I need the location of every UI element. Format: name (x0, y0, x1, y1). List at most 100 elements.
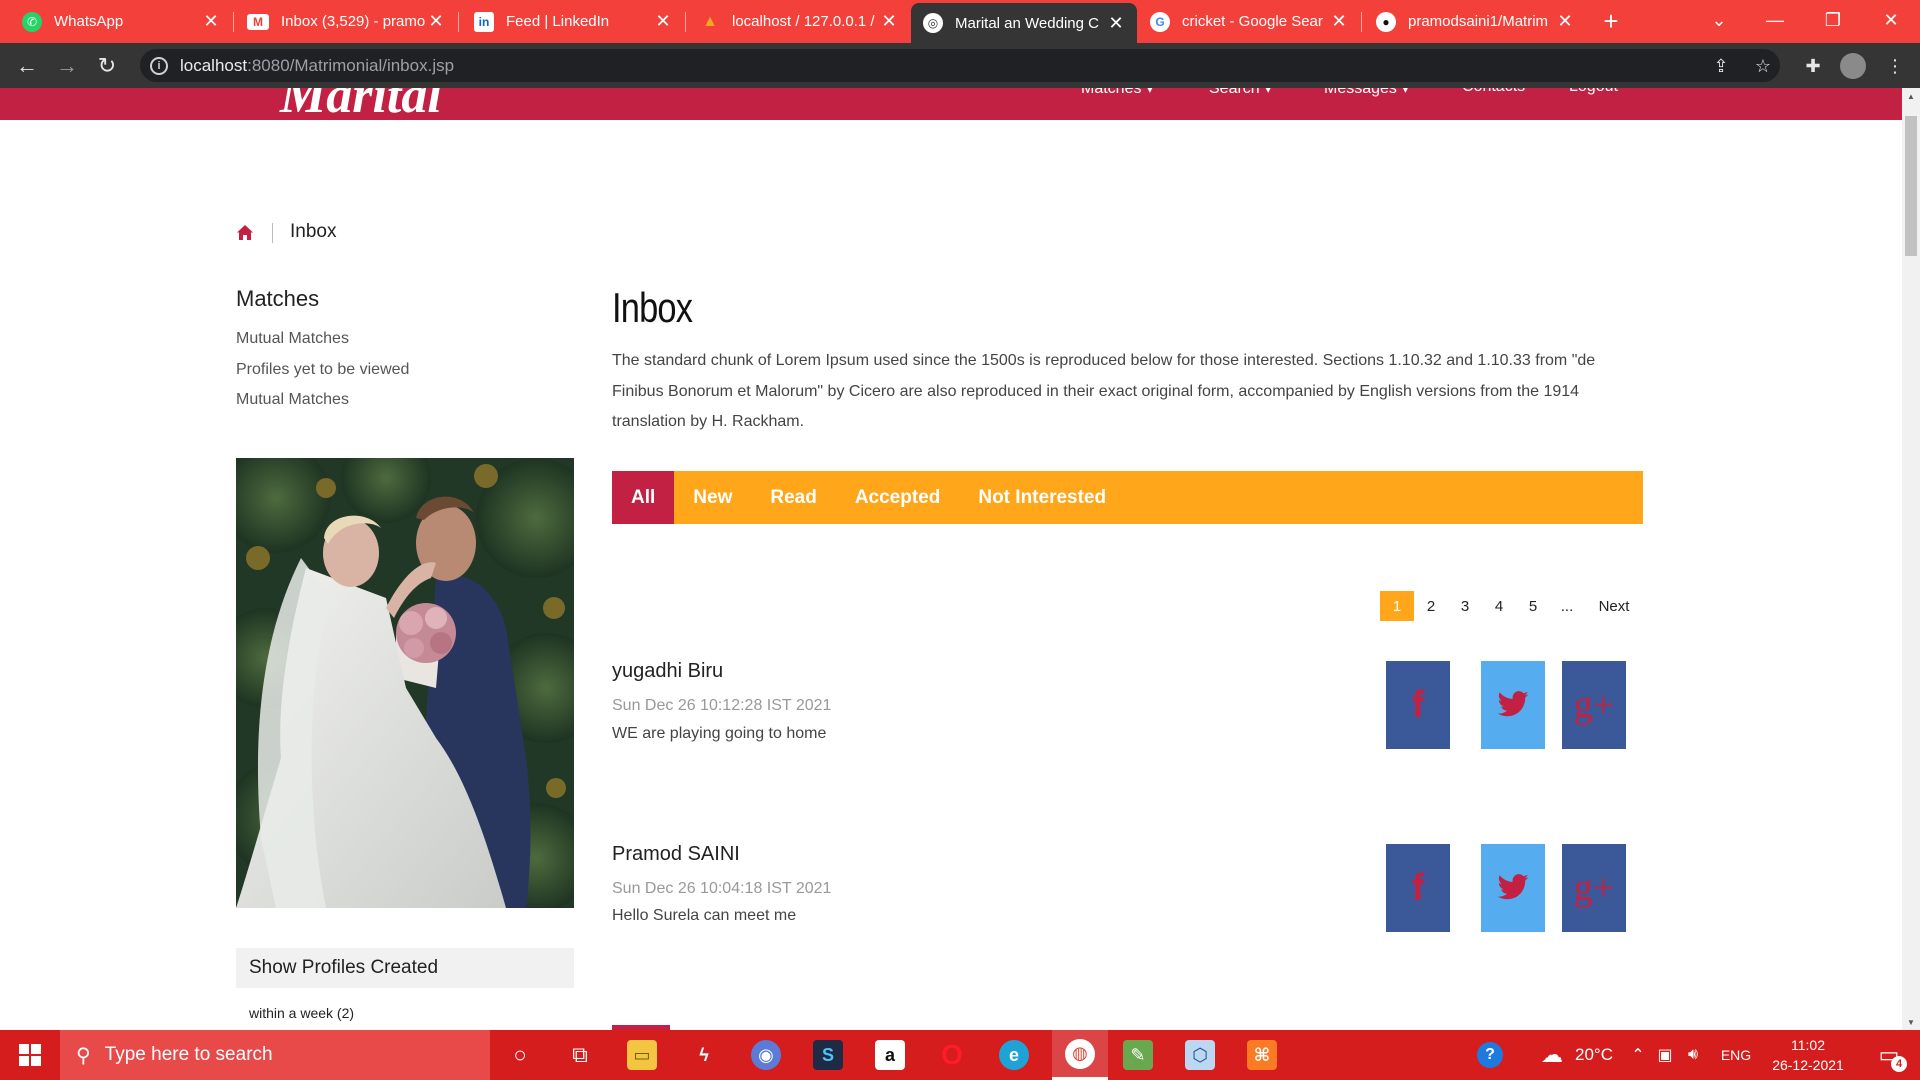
googleplus-share-button[interactable]: g+ (1562, 661, 1626, 749)
twitter-share-button[interactable] (1481, 844, 1545, 932)
nav-matches[interactable]: Matches ▾ (1081, 88, 1154, 98)
weather-cloud-icon[interactable]: ☁ (1532, 1030, 1572, 1080)
app-xampp[interactable]: ⌘ (1242, 1035, 1282, 1075)
inbox-filter-tabs: All New Read Accepted Not Interested (612, 471, 1643, 524)
tab-accepted[interactable]: Accepted (836, 471, 960, 524)
pager-next[interactable]: Next (1586, 591, 1642, 621)
message-sender[interactable]: Pramod SAINI (612, 843, 740, 866)
facebook-icon: f (1411, 683, 1425, 726)
close-tab-icon[interactable]: ✕ (880, 11, 898, 32)
app-sublime[interactable]: S (808, 1035, 848, 1075)
notifications-icon[interactable]: ▭ 4 (1866, 1030, 1912, 1080)
scroll-up-arrow-icon[interactable]: ▲ (1902, 88, 1920, 104)
home-icon[interactable] (236, 224, 254, 242)
close-tab-icon[interactable]: ✕ (202, 11, 220, 32)
share-icon[interactable]: ⇪ (1708, 53, 1734, 79)
tab-phpmyadmin[interactable]: ▲ localhost / 127.0.0.1 / ✕ (688, 0, 910, 43)
task-view-icon[interactable]: ⧉ (560, 1035, 600, 1075)
lightning-icon: ϟ (699, 1044, 709, 1065)
twitter-bird-icon (1497, 874, 1529, 900)
forward-arrow-icon[interactable]: → (52, 51, 82, 81)
whatsapp-icon: ✆ (22, 11, 42, 32)
page-scrollbar[interactable]: ▲ ▼ (1902, 88, 1920, 1030)
close-tab-icon[interactable]: ✕ (427, 11, 445, 32)
pager-page-4[interactable]: 4 (1482, 591, 1516, 621)
tab-all[interactable]: All (612, 471, 675, 524)
windows-start-button[interactable] (0, 1030, 60, 1080)
show-hidden-icons-chevron[interactable]: ⌃ (1626, 1030, 1650, 1080)
browser-tab-strip: ✆ WhatsApp ✕ M Inbox (3,529) - pramo ✕ i… (0, 0, 1920, 43)
site-info-icon[interactable]: i (150, 56, 168, 75)
pager-page-5[interactable]: 5 (1516, 591, 1550, 621)
chrome-icon: ◍ (1065, 1038, 1095, 1069)
pager-page-3[interactable]: 3 (1448, 591, 1482, 621)
tab-linkedin[interactable]: in Feed | LinkedIn ✕ (462, 0, 684, 43)
tab-marital-active[interactable]: ◎ Marital an Wedding C ✕ (911, 3, 1137, 43)
facebook-share-button[interactable]: f (1386, 661, 1450, 749)
facebook-share-button[interactable]: f (1386, 844, 1450, 932)
close-tab-icon[interactable]: ✕ (1330, 11, 1348, 32)
clock-date: 26-12-2021 (1772, 1057, 1844, 1073)
scroll-down-arrow-icon[interactable]: ▼ (1902, 1014, 1920, 1030)
sidebar-link-profiles-yet-to-view[interactable]: Profiles yet to be viewed (236, 361, 409, 379)
nav-search[interactable]: Search ▾ (1209, 88, 1272, 98)
minimize-icon[interactable]: — (1746, 0, 1804, 40)
pager-page-2[interactable]: 2 (1414, 591, 1448, 621)
reload-icon[interactable]: ↻ (92, 51, 122, 81)
back-arrow-icon[interactable]: ← (12, 51, 42, 81)
close-window-icon[interactable]: ✕ (1862, 0, 1920, 40)
bookmark-star-icon[interactable]: ☆ (1750, 53, 1776, 79)
app-virtualbox[interactable]: ⬡ (1180, 1035, 1220, 1075)
tab-search-chevron-icon[interactable]: ⌄ (1690, 0, 1748, 40)
cortana-icon[interactable]: ○ (500, 1035, 540, 1075)
app-amazon[interactable]: a (870, 1035, 910, 1075)
app-chromium[interactable]: ◉ (746, 1035, 786, 1075)
taskbar-search-box[interactable]: ⚲ Type here to search (60, 1030, 490, 1080)
sidebar-link-mutual-matches-2[interactable]: Mutual Matches (236, 391, 349, 409)
intro-text: The standard chunk of Lorem Ipsum used s… (612, 352, 1596, 430)
file-explorer-app[interactable]: ▭ (622, 1035, 662, 1075)
close-tab-icon[interactable]: ✕ (1556, 11, 1574, 32)
page-title: Inbox (612, 284, 693, 331)
scrollbar-thumb[interactable] (1905, 116, 1917, 256)
tab-gmail[interactable]: M Inbox (3,529) - pramo ✕ (235, 0, 457, 43)
new-tab-button[interactable]: + (1596, 0, 1626, 43)
tab-not-interested[interactable]: Not Interested (959, 471, 1125, 524)
address-bar[interactable]: i localhost:8080/Matrimonial/inbox.jsp (140, 49, 1780, 82)
tab-whatsapp[interactable]: ✆ WhatsApp ✕ (10, 0, 232, 43)
nav-messages[interactable]: Messages ▾ (1324, 88, 1409, 98)
app-notepad[interactable]: ✎ (1118, 1035, 1158, 1075)
restore-icon[interactable]: ❐ (1804, 0, 1862, 40)
app-edge[interactable]: e (994, 1035, 1034, 1075)
extensions-puzzle-icon[interactable]: ✚ (1800, 53, 1826, 79)
app-lightning[interactable]: ϟ (684, 1035, 724, 1075)
show-profiles-within-week[interactable]: within a week (2) (249, 1005, 354, 1021)
sidebar-link-mutual-matches[interactable]: Mutual Matches (236, 330, 349, 348)
nav-logout[interactable]: Logout (1569, 88, 1618, 96)
close-tab-icon[interactable]: ✕ (1107, 13, 1125, 34)
profile-avatar[interactable] (1840, 53, 1866, 79)
twitter-share-button[interactable] (1481, 661, 1545, 749)
nav-contacts[interactable]: Contacts (1462, 88, 1525, 96)
googleplus-share-button[interactable]: g+ (1562, 844, 1626, 932)
message-sender[interactable]: yugadhi Biru (612, 660, 723, 683)
opera-icon: O (941, 1039, 963, 1070)
site-logo[interactable]: Marital (280, 88, 442, 120)
language-indicator[interactable]: ENG (1716, 1030, 1756, 1080)
tab-github[interactable]: ● pramodsaini1/Matrim ✕ (1364, 0, 1586, 43)
network-icon[interactable]: ▣ (1652, 1030, 1678, 1080)
taskbar-clock[interactable]: 11:02 26-12-2021 (1762, 1035, 1854, 1075)
volume-icon[interactable]: 🔊︎ (1680, 1030, 1706, 1080)
windows-taskbar: ⚲ Type here to search ○ ⧉ ▭ ϟ ◉ S a O e … (0, 1030, 1920, 1080)
close-tab-icon[interactable]: ✕ (654, 11, 672, 32)
tab-read[interactable]: Read (751, 471, 835, 524)
help-icon[interactable]: ? (1470, 1030, 1510, 1080)
weather-temperature[interactable]: 20°C (1572, 1030, 1616, 1080)
tab-google[interactable]: G cricket - Google Sear ✕ (1138, 0, 1360, 43)
app-chrome-active[interactable]: ◍ (1052, 1030, 1108, 1080)
browser-menu-icon[interactable]: ⋮ (1882, 53, 1908, 79)
app-opera[interactable]: O (932, 1035, 972, 1075)
tab-new[interactable]: New (674, 471, 751, 524)
globe-icon: ◎ (923, 13, 943, 33)
pager-page-1[interactable]: 1 (1380, 591, 1414, 621)
